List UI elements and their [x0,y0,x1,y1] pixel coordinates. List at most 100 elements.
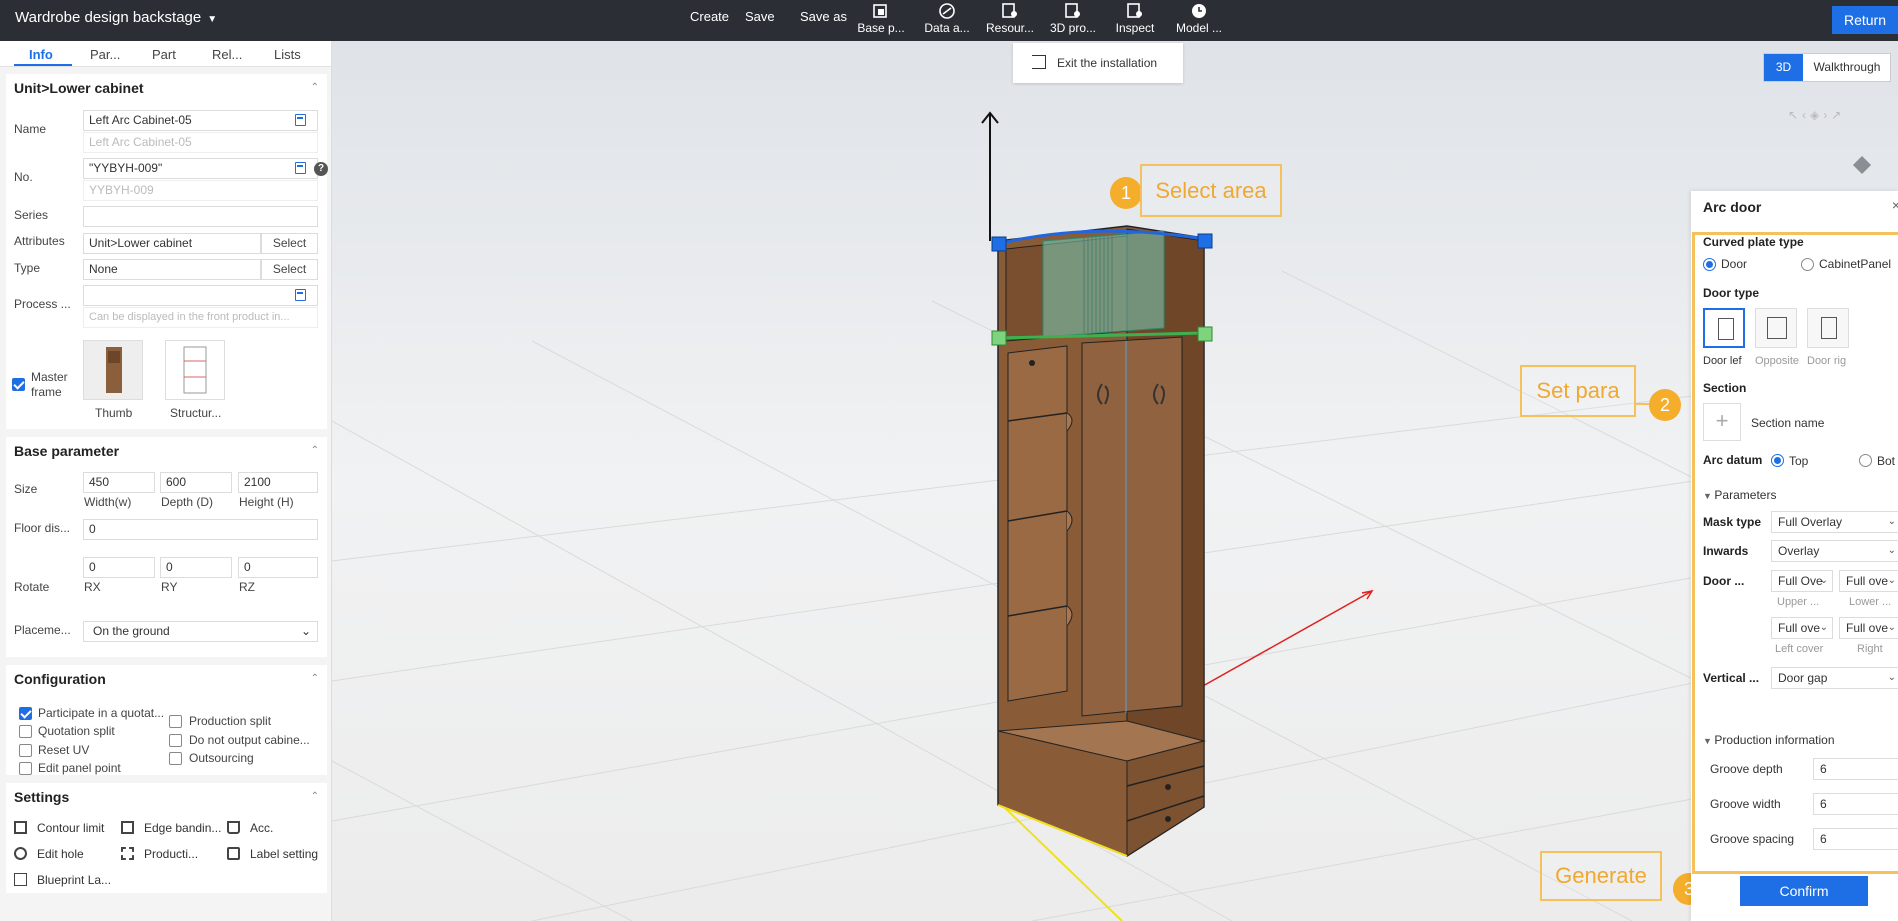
mask-type-select[interactable]: Full Overlay ⌄ [1771,511,1898,533]
app-title-dropdown[interactable]: Wardrobe design backstage ▼ [15,9,217,26]
number-secondary-field[interactable]: YYBYH-009 [83,180,318,201]
base-parameter-button[interactable]: Base p... [854,1,908,39]
tab-part[interactable]: Part [152,47,176,62]
calculator-icon[interactable] [295,162,306,174]
walkthrough-button[interactable]: Walkthrough [1803,54,1891,81]
base-parameter-header[interactable]: Base parameter ⌃ [6,437,327,465]
structure-image[interactable] [165,340,225,400]
series-input[interactable] [83,206,318,227]
arc-door-title: Arc door [1703,199,1762,215]
close-icon[interactable]: × [1892,197,1898,213]
tab-relations[interactable]: Rel... [212,47,242,62]
upper-cover-select[interactable]: Full Ove ⌄ [1771,570,1833,592]
collapse-icon[interactable]: ⌃ [311,437,319,465]
number-input[interactable]: "YYBYH-009" [83,158,318,179]
model-button[interactable]: Model ... [1172,1,1226,39]
edge-banding-icon [121,821,134,834]
calculator-icon[interactable] [295,114,306,126]
door-left-tile[interactable] [1703,308,1745,348]
inwards-select[interactable]: Overlay ⌄ [1771,540,1898,562]
save-as-button[interactable]: Save as [800,9,847,24]
do-not-output-cabinet-checkbox[interactable] [169,734,182,747]
depth-input[interactable]: 600 [160,472,232,493]
calculator-icon[interactable] [295,289,306,301]
single-door-icon [1718,318,1734,340]
parameters-toggle[interactable]: ▼ Parameters [1703,488,1776,502]
settings-header[interactable]: Settings ⌃ [6,783,327,811]
opposite-door-tile[interactable] [1755,308,1797,348]
height-input[interactable]: 2100 [238,472,318,493]
view-3d-button[interactable]: 3D [1764,54,1803,81]
arc-datum-top-radio[interactable] [1771,454,1784,467]
process-description-field[interactable]: Can be displayed in the front product in… [83,307,318,328]
save-button[interactable]: Save [745,9,775,24]
inspect-button[interactable]: Inspect [1108,1,1162,39]
placement-row: Placeme... On the ground ⌄ [6,617,327,657]
left-cover-select[interactable]: Full ove ⌄ [1771,617,1833,639]
configuration-header[interactable]: Configuration ⌃ [6,665,327,693]
base-parameter-section: Base parameter ⌃ Size 450 600 2100 Width… [6,437,327,617]
cabinet-panel-radio[interactable] [1801,258,1814,271]
name-input[interactable]: Left Arc Cabinet-05 [83,110,318,131]
return-button[interactable]: Return [1832,6,1898,34]
collapse-icon[interactable]: ⌃ [311,74,319,102]
rotate-z-input[interactable]: 0 [238,557,318,578]
collapse-icon[interactable]: ⌃ [311,665,319,693]
attributes-field[interactable]: Unit>Lower cabinet [83,233,261,254]
view-toggle: 3D Walkthrough [1763,53,1891,82]
groove-width-input[interactable]: 6 [1813,793,1898,815]
door-right-tile[interactable] [1807,308,1849,348]
rotate-y-input[interactable]: 0 [160,557,232,578]
data-association-button[interactable]: Data a... [920,1,974,39]
master-frame-checkbox[interactable] [12,378,25,391]
participate-quotation-checkbox[interactable] [19,707,32,720]
chevron-down-icon: ⌄ [1819,622,1828,633]
arc-door-panel: Arc door × Curved plate type Door Cabine… [1691,191,1898,921]
vertical-select[interactable]: Door gap ⌄ [1771,667,1898,689]
3d-process-button[interactable]: 3D pro... [1046,1,1100,39]
app-title: Wardrobe design backstage [15,9,202,26]
rotate-x-input[interactable]: 0 [83,557,155,578]
floor-distance-input[interactable]: 0 [83,519,318,540]
inspect-icon [1127,3,1142,18]
lower-cover-select[interactable]: Full ove ⌄ [1839,570,1898,592]
help-icon[interactable]: ? [314,162,328,176]
type-select-button[interactable]: Select [261,259,318,280]
attributes-select-button[interactable]: Select [261,233,318,254]
arc-datum-bottom-radio[interactable] [1859,454,1872,467]
groove-spacing-input[interactable]: 6 [1813,828,1898,850]
info-section: Unit>Lower cabinet ⌃ Name Left Arc Cabin… [6,74,328,429]
cabinet-model[interactable] [991,225,1213,857]
edit-panel-point-checkbox[interactable] [19,762,32,775]
tab-info[interactable]: Info [29,47,53,62]
placement-select[interactable]: On the ground ⌄ [83,621,318,642]
tab-lists[interactable]: Lists [274,47,301,62]
quotation-split-checkbox[interactable] [19,725,32,738]
production-split-checkbox[interactable] [169,715,182,728]
collapse-icon[interactable]: ⌃ [311,783,319,811]
outsourcing-checkbox[interactable] [169,752,182,765]
navigation-arrows-icon[interactable]: ↖‹◈›↗ [1788,108,1845,122]
tab-parameters[interactable]: Par... [90,47,120,62]
thumbnail-image[interactable] [83,340,143,400]
process-input[interactable] [83,285,318,306]
triangle-down-icon: ▼ [1703,736,1715,746]
create-button[interactable]: Create [690,9,729,24]
annotation-generate: Generate [1540,851,1662,901]
width-input[interactable]: 450 [83,472,155,493]
add-section-button[interactable]: + [1703,403,1741,441]
right-cover-select[interactable]: Full ove ⌄ [1839,617,1898,639]
trash-can-icon [227,821,240,834]
3d-viewport[interactable] [332,41,1898,921]
reset-uv-checkbox[interactable] [19,744,32,757]
confirm-button[interactable]: Confirm [1740,876,1868,906]
resource-button[interactable]: Resour... [983,1,1037,39]
groove-depth-input[interactable]: 6 [1813,758,1898,780]
type-field[interactable]: None [83,259,261,280]
chevron-down-icon: ⌄ [1887,545,1896,556]
info-section-header[interactable]: Unit>Lower cabinet ⌃ [6,74,327,102]
chevron-down-icon: ⌄ [300,624,311,638]
door-radio[interactable] [1703,258,1716,271]
production-info-toggle[interactable]: ▼ Production information [1703,733,1835,747]
name-secondary-field[interactable]: Left Arc Cabinet-05 [83,132,318,153]
